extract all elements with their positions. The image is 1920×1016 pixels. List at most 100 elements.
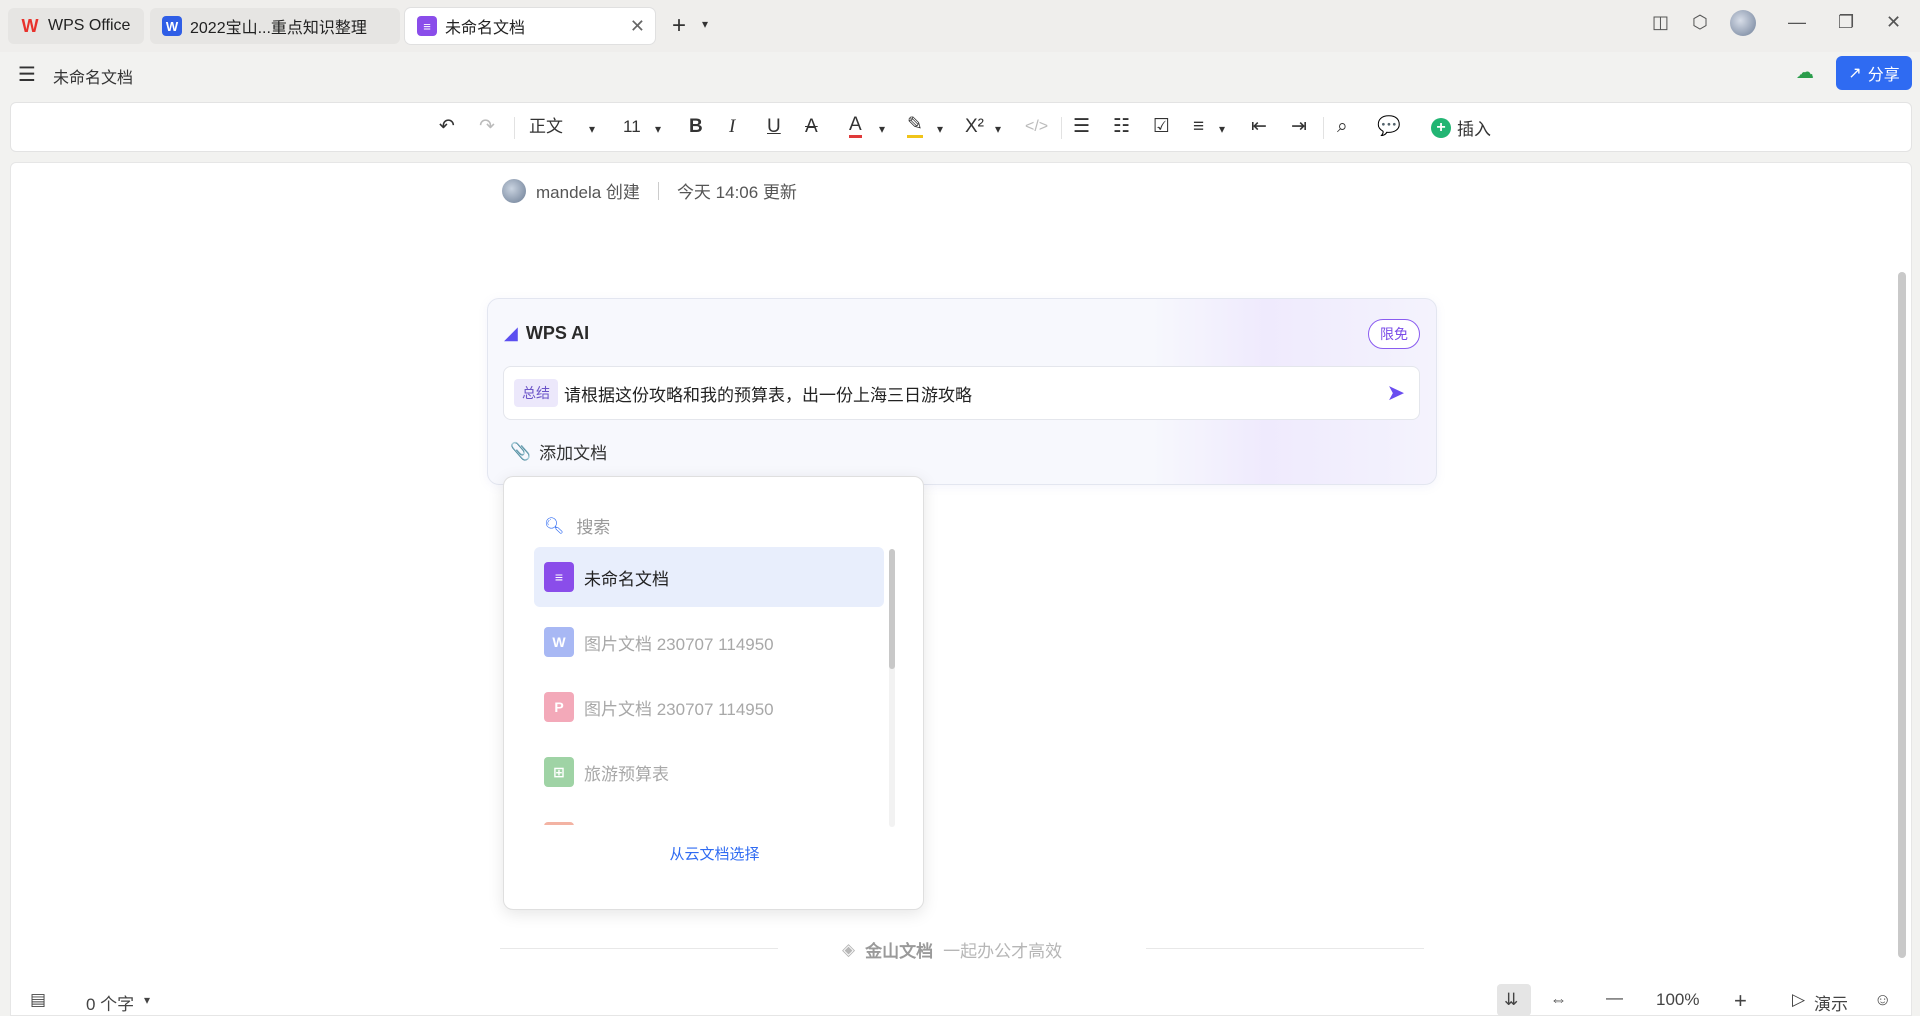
avatar[interactable]	[1730, 10, 1756, 36]
free-badge: 限免	[1368, 319, 1420, 349]
ai-mode-tag[interactable]: 总结	[514, 379, 558, 407]
code-icon[interactable]: </>	[1025, 115, 1048, 139]
updated-label: 今天 14:06 更新	[676, 183, 797, 202]
zoom-out-icon[interactable]: —	[1606, 988, 1623, 1008]
present-label[interactable]: 演示	[1814, 990, 1848, 1015]
cloud-saved-icon[interactable]: ☁	[1796, 62, 1814, 83]
document-canvas[interactable]	[10, 162, 1912, 1016]
divider	[1146, 948, 1424, 949]
chevron-down-icon[interactable]: ▾	[144, 993, 150, 1007]
highlight-icon[interactable]: ✎	[907, 115, 923, 138]
file-icon	[544, 822, 574, 825]
divider	[657, 181, 659, 200]
checkbox-list-icon[interactable]: ☑	[1153, 115, 1170, 139]
zoom-in-icon[interactable]: +	[1734, 988, 1747, 1014]
share-button[interactable]: ↗ 分享	[1836, 56, 1912, 90]
status-bar	[0, 984, 1920, 1016]
ai-title: WPS AI	[525, 323, 590, 343]
search-input[interactable]: 搜索	[576, 513, 610, 538]
tab-label: 未命名文档	[445, 20, 526, 37]
window-close-icon[interactable]: ✕	[1886, 12, 1901, 33]
list-item[interactable]: W 图片文档 230707 114950	[534, 612, 884, 672]
align-icon[interactable]: ≡	[1193, 115, 1204, 139]
list-item-label: 旅游预算表	[584, 764, 669, 784]
indent-icon[interactable]: ⇥	[1291, 115, 1307, 139]
spreadsheet-icon: ⊞	[544, 757, 574, 787]
comment-icon[interactable]: 💬	[1377, 115, 1401, 139]
redo-icon[interactable]: ↷	[479, 115, 495, 139]
menu-icon[interactable]: ☰	[18, 62, 36, 87]
chevron-down-icon[interactable]: ▾	[589, 117, 595, 141]
picker-scrollbar[interactable]	[889, 549, 895, 827]
close-icon[interactable]: ✕	[630, 16, 645, 37]
full-width-icon[interactable]: ⇔	[1550, 990, 1567, 1010]
send-icon[interactable]: ➤	[1387, 380, 1405, 406]
minimize-icon[interactable]: —	[1788, 12, 1806, 33]
ai-prompt-input[interactable]: 总结 请根据这份攻略和我的预算表，出一份上海三日游攻略 ➤	[503, 366, 1420, 420]
presentation-icon: P	[544, 692, 574, 722]
brand-name: 金山文档	[865, 942, 934, 961]
italic-icon[interactable]: I	[729, 115, 735, 139]
list-item[interactable]: ⊞ 旅游预算表	[534, 742, 884, 802]
picker-search[interactable]: 🔍︎ 搜索	[544, 513, 610, 538]
chevron-down-icon[interactable]: ▾	[655, 117, 661, 141]
tab-wps-office[interactable]: W WPS Office	[8, 8, 144, 44]
zoom-level[interactable]: 100%	[1656, 990, 1699, 1010]
paragraph-style-select[interactable]: 正文	[529, 115, 563, 139]
cube-icon[interactable]: ⬡	[1692, 12, 1708, 33]
list-item[interactable]	[534, 807, 884, 825]
add-document-label: 添加文档	[539, 444, 608, 463]
chevron-down-icon[interactable]: ▾	[995, 117, 1001, 141]
insert-button[interactable]: + 插入	[1431, 115, 1491, 140]
new-tab-icon[interactable]: +	[672, 12, 686, 40]
document-scrollbar[interactable]	[1898, 272, 1906, 958]
document-title[interactable]: 未命名文档	[53, 64, 133, 88]
strikethrough-icon[interactable]: A	[805, 115, 818, 139]
scrollbar-thumb[interactable]	[889, 549, 895, 669]
plus-icon: +	[1431, 117, 1451, 138]
list-item-label: 图片文档 230707 114950	[584, 699, 774, 719]
search-icon: 🔍︎	[544, 517, 565, 535]
insert-label: 插入	[1457, 120, 1491, 139]
ai-header: ◢ WPS AI	[504, 323, 589, 344]
formatting-toolbar: ↶ ↷ 正文 ▾ 11 ▾ B I U A A ▾ ✎ ▾ X² ▾ </> ☰…	[10, 102, 1912, 152]
list-item[interactable]: P 图片文档 230707 114950	[534, 677, 884, 737]
underline-icon[interactable]: U	[767, 115, 781, 139]
assistant-icon[interactable]: ☺	[1874, 990, 1891, 1010]
bold-icon[interactable]: B	[689, 115, 703, 139]
tab-document-active[interactable]: ≡ 未命名文档 ✕	[405, 8, 655, 44]
superscript-icon[interactable]: X²	[965, 115, 984, 139]
present-icon[interactable]: ▷	[1792, 990, 1805, 1010]
creator-label: mandela 创建	[536, 183, 640, 202]
bullet-list-icon[interactable]: ☰	[1073, 115, 1090, 139]
chevron-down-icon[interactable]: ▾	[879, 117, 885, 141]
search-icon[interactable]: ⌕	[1337, 115, 1348, 139]
chevron-down-icon[interactable]: ▾	[1219, 117, 1225, 141]
font-color-icon[interactable]: A	[849, 115, 862, 138]
numbered-list-icon[interactable]: ☷	[1113, 115, 1130, 139]
chevron-down-icon[interactable]: ▾	[702, 17, 708, 31]
wps-ai-panel: ◢ WPS AI 限免 总结 请根据这份攻略和我的预算表，出一份上海三日游攻略 …	[487, 298, 1437, 485]
word-doc-icon: W	[544, 627, 574, 657]
outdent-icon[interactable]: ⇤	[1251, 115, 1267, 139]
kingsoft-docs-logo-icon: ◈	[842, 939, 856, 959]
add-document-button[interactable]: 📎 添加文档	[510, 439, 607, 464]
chevron-down-icon[interactable]: ▾	[937, 117, 943, 141]
wps-logo-icon: W	[21, 15, 39, 36]
word-doc-icon: W	[162, 16, 182, 36]
tab-document-1[interactable]: W 2022宝山...重点知识整理	[150, 8, 400, 44]
list-item[interactable]: ≡ 未命名文档	[534, 547, 884, 607]
ai-prompt-text: 请根据这份攻略和我的预算表，出一份上海三日游攻略	[564, 385, 972, 405]
undo-icon[interactable]: ↶	[439, 115, 455, 139]
word-count[interactable]: 0 个字	[86, 990, 134, 1015]
paperclip-icon: 📎	[510, 441, 532, 461]
list-item-label: 图片文档 230707 114950	[584, 634, 774, 654]
outline-icon[interactable]: ▤	[30, 990, 46, 1010]
divider	[1323, 117, 1324, 139]
choose-from-cloud-link[interactable]: 从云文档选择	[504, 843, 925, 864]
sidebar-toggle-icon[interactable]: ◫	[1652, 12, 1669, 33]
picker-list: ≡ 未命名文档 W 图片文档 230707 114950 P 图片文档 2307…	[534, 547, 884, 825]
restore-icon[interactable]: ❐	[1838, 12, 1854, 33]
font-size-select[interactable]: 11	[623, 115, 641, 139]
page-view-icon[interactable]: ⇊	[1504, 990, 1518, 1010]
